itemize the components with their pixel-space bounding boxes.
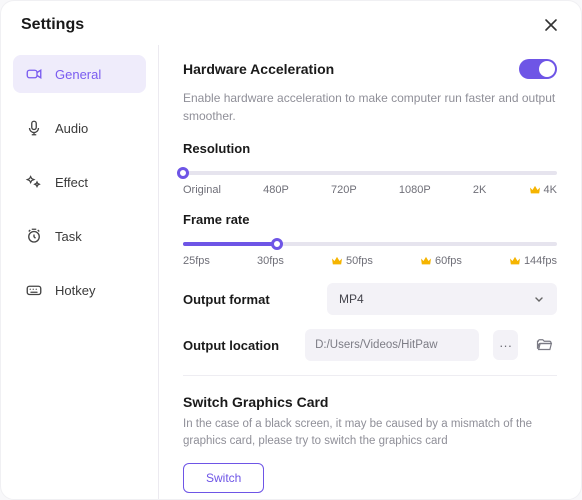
framerate-tick: 30fps (257, 255, 284, 267)
framerate-ticks: 25fps 30fps 50fps 60fps 144fps (183, 255, 557, 267)
sparkle-icon (25, 173, 43, 191)
output-format-label: Output format (183, 292, 313, 307)
resolution-tick: 480P (263, 184, 289, 196)
sidebar-item-label: Audio (55, 121, 88, 136)
sidebar-item-label: Hotkey (55, 283, 95, 298)
slider-fill (183, 242, 277, 246)
output-format-select[interactable]: MP4 (327, 283, 557, 315)
open-folder-button[interactable] (532, 330, 557, 360)
sidebar-item-label: Task (55, 229, 82, 244)
hw-accel-row: Hardware Acceleration (183, 59, 557, 79)
slider-track (183, 171, 557, 175)
more-options-button[interactable]: ··· (493, 330, 518, 360)
framerate-tick: 60fps (420, 255, 462, 267)
crown-icon (331, 256, 343, 266)
keyboard-icon (25, 281, 43, 299)
close-icon (544, 18, 558, 32)
resolution-title: Resolution (183, 141, 557, 156)
resolution-tick: 4K (529, 184, 557, 196)
settings-window: Settings General Audio (0, 0, 582, 500)
hw-accel-toggle[interactable] (519, 59, 557, 79)
framerate-title: Frame rate (183, 212, 557, 227)
hw-accel-title: Hardware Acceleration (183, 61, 334, 77)
sidebar-item-label: Effect (55, 175, 88, 190)
output-format-row: Output format MP4 (183, 283, 557, 315)
main-panel: Hardware Acceleration Enable hardware ac… (159, 45, 581, 499)
crown-icon (529, 185, 541, 195)
sidebar-item-task[interactable]: Task (13, 217, 146, 255)
resolution-tick: 720P (331, 184, 357, 196)
output-location-row: Output location ··· (183, 329, 557, 361)
ellipsis-icon: ··· (499, 338, 512, 353)
spacer (183, 493, 557, 500)
microphone-icon (25, 119, 43, 137)
slider-thumb[interactable] (177, 167, 189, 179)
switch-card-desc: In the case of a black screen, it may be… (183, 416, 557, 451)
window-body: General Audio Effect Task (1, 45, 581, 499)
chevron-down-icon (533, 293, 545, 305)
clock-icon (25, 227, 43, 245)
output-format-value: MP4 (339, 292, 364, 306)
crown-icon (420, 256, 432, 266)
framerate-slider[interactable] (183, 237, 557, 251)
sidebar: General Audio Effect Task (1, 45, 159, 499)
window-title: Settings (21, 16, 84, 34)
switch-card-title: Switch Graphics Card (183, 394, 557, 410)
switch-card-button[interactable]: Switch (183, 463, 264, 493)
output-location-input[interactable] (305, 329, 479, 361)
window-header: Settings (1, 1, 581, 45)
close-button[interactable] (541, 15, 561, 35)
crown-icon (509, 256, 521, 266)
resolution-tick: 2K (473, 184, 486, 196)
folder-open-icon (536, 336, 554, 354)
hw-accel-desc: Enable hardware acceleration to make com… (183, 89, 557, 125)
camera-icon (25, 65, 43, 83)
framerate-tick: 144fps (509, 255, 557, 267)
resolution-slider[interactable] (183, 166, 557, 180)
slider-thumb[interactable] (271, 238, 283, 250)
resolution-ticks: Original 480P 720P 1080P 2K 4K (183, 184, 557, 196)
resolution-tick: 1080P (399, 184, 431, 196)
sidebar-item-audio[interactable]: Audio (13, 109, 146, 147)
resolution-tick: Original (183, 184, 221, 196)
sidebar-item-label: General (55, 67, 101, 82)
output-location-label: Output location (183, 338, 291, 353)
sidebar-item-general[interactable]: General (13, 55, 146, 93)
sidebar-item-hotkey[interactable]: Hotkey (13, 271, 146, 309)
divider (183, 375, 557, 376)
framerate-tick: 50fps (331, 255, 373, 267)
framerate-tick: 25fps (183, 255, 210, 267)
sidebar-item-effect[interactable]: Effect (13, 163, 146, 201)
